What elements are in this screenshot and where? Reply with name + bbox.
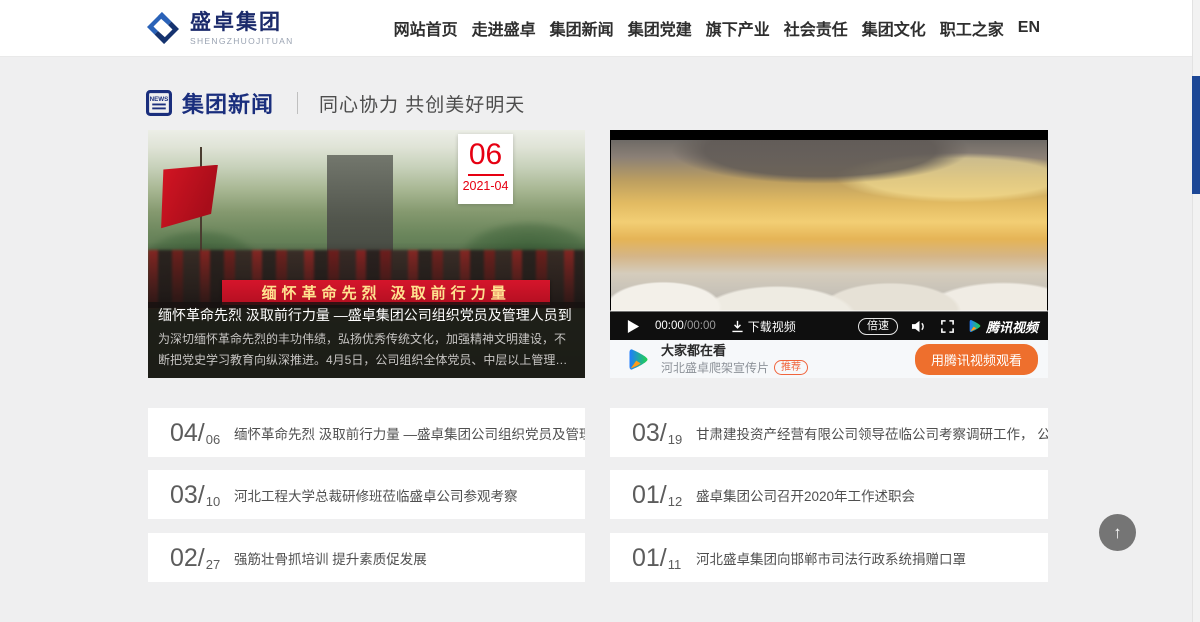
tencent-video-icon <box>625 346 652 373</box>
news-list-item[interactable]: 03/19 甘肃建投资产经营有限公司领导莅临公司考察调研工作， 公司启动数... <box>610 408 1048 457</box>
nav-item-culture[interactable]: 集团文化 <box>862 16 926 40</box>
news-item-title[interactable]: 强筋壮骨抓培训 提升素质促发展 <box>234 548 427 568</box>
nav-item-english[interactable]: EN <box>1018 19 1040 37</box>
newspaper-icon: NEWS <box>146 90 172 116</box>
section-title: 集团新闻 <box>182 87 274 119</box>
news-item-title[interactable]: 缅怀革命先烈 汲取前行力量 —盛卓集团公司组织党员及管理人员到 1... <box>234 423 585 443</box>
video-player[interactable]: 00:00/00:00 下载视频 倍速 <box>610 130 1048 340</box>
divider <box>297 92 298 114</box>
nav-item-home[interactable]: 网站首页 <box>394 16 458 40</box>
photo-banner-text: 缅怀革命先烈 汲取前行力量 <box>262 282 511 303</box>
watch-bar-heading: 大家都在看 <box>661 343 808 358</box>
news-item-date: 03/19 <box>632 418 684 448</box>
company-name: 盛卓集团 <box>190 11 294 34</box>
play-button[interactable] <box>627 319 640 334</box>
logo-text: 盛卓集团 SHENGZHUOJITUAN <box>190 11 294 46</box>
featured-date-day: 06 <box>469 137 502 173</box>
recommended-badge: 推荐 <box>774 360 808 375</box>
news-item-date: 04/06 <box>170 418 222 448</box>
fullscreen-button[interactable] <box>940 319 955 334</box>
tencent-video-label: 腾讯视频 <box>986 317 1038 336</box>
main-nav: 网站首页 走进盛卓 集团新闻 集团党建 旗下产业 社会责任 集团文化 职工之家 … <box>394 16 1200 40</box>
video-time-total: /00:00 <box>684 320 716 332</box>
news-list-item[interactable]: 01/12 盛卓集团公司召开2020年工作述职会 <box>610 470 1048 519</box>
speaker-icon <box>911 319 927 334</box>
featured-news-card[interactable]: 缅怀革命先烈 汲取前行力量 缅怀革命先烈 汲取前行力量 —盛卓集团公司组织党员及… <box>148 130 585 378</box>
tencent-video-brand[interactable]: 腾讯视频 <box>967 317 1038 336</box>
featured-text-overlay: 缅怀革命先烈 汲取前行力量 —盛卓集团公司组织党员及管理人员到 129师... … <box>148 302 585 378</box>
video-thumbnail-sunset-clouds <box>611 140 1047 311</box>
news-item-title[interactable]: 河北盛卓集团向邯郸市司法行政系统捐赠口罩 <box>696 548 966 568</box>
nav-item-party[interactable]: 集团党建 <box>628 16 692 40</box>
fullscreen-icon <box>940 319 955 334</box>
scrollbar-track[interactable] <box>1192 0 1200 622</box>
nav-item-about[interactable]: 走进盛卓 <box>472 16 536 40</box>
nav-item-staff-home[interactable]: 职工之家 <box>940 16 1004 40</box>
header: 盛卓集团 SHENGZHUOJITUAN 网站首页 走进盛卓 集团新闻 集团党建… <box>0 0 1200 57</box>
featured-date-badge: 06 2021-04 <box>458 134 513 204</box>
news-item-title[interactable]: 甘肃建投资产经营有限公司领导莅临公司考察调研工作， 公司启动数... <box>696 423 1048 443</box>
watch-on-tencent-button[interactable]: 用腾讯视频观看 <box>915 344 1038 375</box>
company-logo-icon <box>145 10 181 46</box>
news-list-item[interactable]: 01/11 河北盛卓集团向邯郸市司法行政系统捐赠口罩 <box>610 533 1048 582</box>
logo[interactable]: 盛卓集团 SHENGZHUOJITUAN <box>145 10 294 46</box>
news-item-date: 03/10 <box>170 480 222 510</box>
download-icon <box>731 320 744 333</box>
news-item-title[interactable]: 河北工程大学总裁研修班莅临盛卓公司参观考察 <box>234 485 518 505</box>
news-item-date: 01/11 <box>632 543 684 573</box>
news-list-item[interactable]: 02/27 强筋壮骨抓培训 提升素质促发展 <box>148 533 585 582</box>
nav-item-responsibility[interactable]: 社会责任 <box>784 16 848 40</box>
featured-date-month: 2021-04 <box>463 179 509 193</box>
news-list-item[interactable]: 04/06 缅怀革命先烈 汲取前行力量 —盛卓集团公司组织党员及管理人员到 1.… <box>148 408 585 457</box>
video-controls: 00:00/00:00 下载视频 倍速 <box>610 312 1048 340</box>
news-list-item[interactable]: 03/10 河北工程大学总裁研修班莅临盛卓公司参观考察 <box>148 470 585 519</box>
nav-item-industries[interactable]: 旗下产业 <box>706 16 770 40</box>
news-item-title[interactable]: 盛卓集团公司召开2020年工作述职会 <box>696 485 915 505</box>
video-card: 00:00/00:00 下载视频 倍速 <box>610 130 1048 378</box>
news-item-date: 02/27 <box>170 543 222 573</box>
volume-button[interactable] <box>911 319 927 334</box>
watch-suggestion-bar: 大家都在看 河北盛卓爬架宣传片 推荐 用腾讯视频观看 <box>610 340 1048 378</box>
tencent-video-icon <box>967 318 983 334</box>
company-name-pinyin: SHENGZHUOJITUAN <box>190 36 294 46</box>
watch-bar-texts: 大家都在看 河北盛卓爬架宣传片 推荐 <box>661 343 808 376</box>
playback-speed-button[interactable]: 倍速 <box>858 318 898 335</box>
watch-bar-video-title[interactable]: 河北盛卓爬架宣传片 <box>661 359 769 376</box>
video-time-current: 00:00 <box>655 320 684 332</box>
download-video-button[interactable]: 下载视频 <box>731 318 796 335</box>
video-time: 00:00/00:00 <box>655 320 716 332</box>
featured-description: 为深切缅怀革命先烈的丰功伟绩，弘扬优秀传统文化，加强精神文明建设，不断把党史学习… <box>158 329 575 371</box>
section-slogan: 同心协力 共创美好明天 <box>319 90 525 117</box>
back-to-top-button[interactable]: ↑ <box>1099 514 1136 551</box>
section-header: NEWS 集团新闻 同心协力 共创美好明天 <box>146 87 525 119</box>
page: 盛卓集团 SHENGZHUOJITUAN 网站首页 走进盛卓 集团新闻 集团党建… <box>0 0 1200 622</box>
scrollbar-thumb[interactable] <box>1192 76 1200 194</box>
news-item-date: 01/12 <box>632 480 684 510</box>
newspaper-icon-label: NEWS <box>150 96 169 103</box>
featured-title[interactable]: 缅怀革命先烈 汲取前行力量 —盛卓集团公司组织党员及管理人员到 129师... <box>158 305 575 326</box>
download-label: 下载视频 <box>748 318 796 335</box>
up-arrow-icon: ↑ <box>1113 523 1122 542</box>
nav-item-news[interactable]: 集团新闻 <box>550 16 614 40</box>
date-badge-divider <box>468 174 504 176</box>
